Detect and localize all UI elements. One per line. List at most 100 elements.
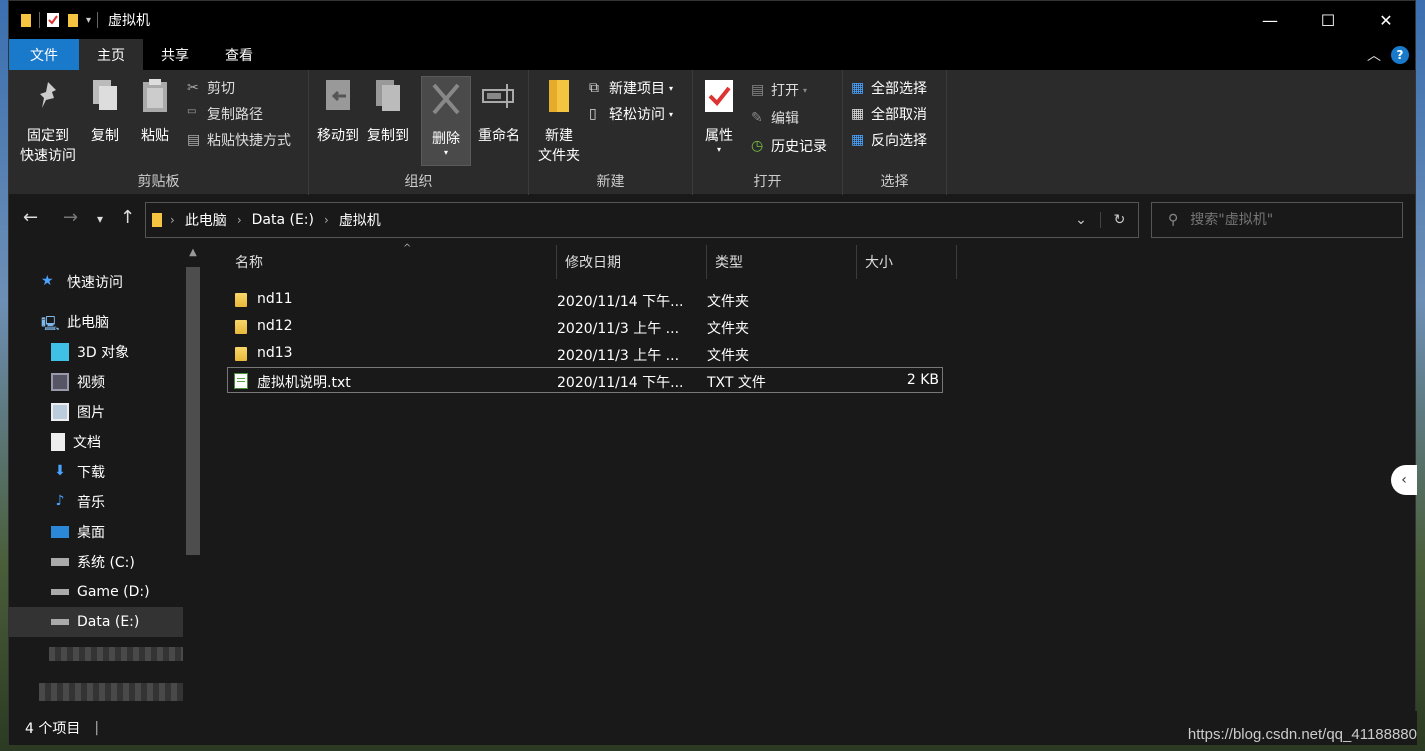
- invert-selection-button[interactable]: ▦ 反向选择: [851, 130, 927, 150]
- table-row[interactable]: nd13 2020/11/3 上午 ... 文件夹: [227, 341, 943, 367]
- paste-shortcut-label: 粘贴快捷方式: [207, 133, 291, 149]
- breadcrumb-current-folder[interactable]: 虚拟机: [339, 210, 381, 230]
- file-name: nd13: [257, 345, 293, 361]
- column-header-size[interactable]: 大小: [857, 245, 957, 279]
- sidebar-item-videos[interactable]: 视频: [9, 367, 183, 397]
- rename-button[interactable]: 重命名: [475, 76, 523, 146]
- search-box[interactable]: ⚲: [1151, 202, 1403, 238]
- ribbon-tabs: 文件 主页 共享 查看 ︿ ?: [9, 39, 1415, 70]
- sidebar-item-drive-e[interactable]: Data (E:): [9, 607, 183, 637]
- properties-button[interactable]: 属性 ▾: [699, 76, 739, 154]
- folder-icon: [235, 320, 247, 338]
- properties-check-icon[interactable]: [46, 12, 60, 28]
- file-type: 文件夹: [707, 348, 749, 364]
- column-header-type[interactable]: 类型: [707, 245, 857, 279]
- copy-path-button[interactable]: ▭ 复制路径: [187, 104, 263, 124]
- file-type: 文件夹: [707, 321, 749, 337]
- maximize-button[interactable]: ☐: [1299, 1, 1357, 39]
- easy-access-icon: ▯: [589, 106, 597, 122]
- breadcrumb-this-pc[interactable]: 此电脑: [185, 210, 227, 230]
- sidebar-item-label: 文档: [73, 435, 101, 451]
- recent-locations-chevron-icon[interactable]: ▾: [97, 212, 103, 226]
- copy-button[interactable]: 复制: [87, 76, 123, 146]
- edit-button[interactable]: ✎ 编辑: [751, 108, 799, 128]
- delete-button[interactable]: 删除 ▾: [421, 76, 471, 166]
- tab-file[interactable]: 文件: [9, 39, 79, 70]
- select-all-button[interactable]: ▦ 全部选择: [851, 78, 927, 98]
- up-arrow-icon[interactable]: ↑: [120, 207, 135, 228]
- tab-home[interactable]: 主页: [79, 39, 143, 70]
- navigation-pane: ★ 快速访问 🖳 此电脑 3D 对象 视频 图片 文档 ⬇ 下载 ♪ 音乐 桌面…: [9, 245, 183, 711]
- close-button[interactable]: ✕: [1357, 1, 1415, 39]
- sidebar-item-quick-access[interactable]: ★ 快速访问: [9, 267, 183, 297]
- file-name: 虚拟机说明.txt: [257, 375, 351, 391]
- clipboard-group: 固定到 快速访问 复制 粘贴 ✂ 剪切 ▭ 复制路径 ▤ 粘贴快捷方式 剪贴板: [9, 70, 309, 195]
- help-icon[interactable]: ?: [1391, 45, 1409, 64]
- sidebar-item-label: Data (E:): [77, 614, 140, 630]
- properties-dropdown-icon[interactable]: ▾: [699, 146, 739, 154]
- select-all-icon: ▦: [851, 80, 865, 96]
- chevron-left-icon[interactable]: ‹: [1391, 465, 1417, 495]
- file-modified: 2020/11/14 下午...: [557, 294, 684, 310]
- paste-label: 粘贴: [141, 128, 169, 144]
- table-row[interactable]: nd12 2020/11/3 上午 ... 文件夹: [227, 314, 943, 340]
- divider: |: [94, 720, 100, 736]
- new-item-button[interactable]: ⧉ 新建项目 ▾: [589, 78, 673, 98]
- invert-selection-icon: ▦: [851, 132, 865, 148]
- search-input[interactable]: [1190, 212, 1381, 228]
- open-icon: ▤: [751, 82, 765, 98]
- cut-button[interactable]: ✂ 剪切: [187, 78, 235, 98]
- address-bar[interactable]: › 此电脑 › Data (E:) › 虚拟机 ⌄ ↻: [145, 202, 1139, 238]
- breadcrumb: › 此电脑 › Data (E:) › 虚拟机: [170, 210, 381, 230]
- forward-arrow-icon[interactable]: →: [63, 207, 78, 228]
- watermark-url: https://blog.csdn.net/qq_41188880: [1187, 726, 1417, 743]
- tab-view[interactable]: 查看: [207, 39, 271, 70]
- breadcrumb-data-drive[interactable]: Data (E:): [252, 212, 314, 228]
- scroll-up-arrow-icon[interactable]: ▲: [185, 247, 201, 258]
- sidebar-item-documents[interactable]: 文档: [9, 427, 183, 457]
- delete-dropdown-icon[interactable]: ▾: [422, 149, 470, 157]
- download-icon: ⬇: [54, 463, 66, 479]
- sidebar-item-label: 此电脑: [67, 315, 109, 331]
- open-button[interactable]: ▤ 打开 ▾: [751, 80, 807, 100]
- column-header-modified[interactable]: 修改日期: [557, 245, 707, 279]
- new-folder-icon[interactable]: [66, 12, 80, 28]
- sidebar-item-downloads[interactable]: ⬇ 下载: [9, 457, 183, 487]
- address-dropdown-chevron-icon[interactable]: ⌄: [1062, 212, 1100, 228]
- sidebar-scrollbar[interactable]: ▲: [185, 247, 201, 711]
- divider: [39, 12, 40, 28]
- back-arrow-icon[interactable]: ←: [23, 207, 38, 228]
- sidebar-item-drive-c[interactable]: 系统 (C:): [9, 547, 183, 577]
- sidebar-item-desktop[interactable]: 桌面: [9, 517, 183, 547]
- properties-icon: [705, 80, 733, 112]
- customize-toolbar-arrow-icon[interactable]: ▾: [86, 15, 91, 26]
- pin-to-quick-access-button[interactable]: 固定到 快速访问: [17, 76, 79, 166]
- column-header-label: 修改日期: [565, 255, 621, 271]
- sidebar-item-label: 桌面: [77, 525, 105, 541]
- move-to-button[interactable]: 移动到: [315, 76, 361, 146]
- tab-share[interactable]: 共享: [143, 39, 207, 70]
- sidebar-item-drive-d[interactable]: Game (D:): [9, 577, 183, 607]
- column-header-name[interactable]: 名称 ^: [227, 243, 557, 279]
- history-button[interactable]: ◷ 历史记录: [751, 136, 827, 156]
- chevron-right-icon: ›: [170, 213, 175, 227]
- sidebar-item-this-pc[interactable]: 🖳 此电脑: [9, 307, 183, 337]
- new-folder-button[interactable]: 新建 文件夹: [535, 76, 583, 166]
- sidebar-item-music[interactable]: ♪ 音乐: [9, 487, 183, 517]
- refresh-icon[interactable]: ↻: [1100, 212, 1138, 228]
- drive-icon: [51, 619, 69, 625]
- folder-icon: [152, 213, 162, 227]
- select-none-button[interactable]: ▦ 全部取消: [851, 104, 927, 124]
- scrollbar-thumb[interactable]: [186, 267, 200, 555]
- paste-button[interactable]: 粘贴: [137, 76, 173, 146]
- easy-access-button[interactable]: ▯ 轻松访问 ▾: [589, 104, 673, 124]
- copy-to-button[interactable]: 复制到: [365, 76, 411, 146]
- minimize-button[interactable]: —: [1241, 1, 1299, 39]
- paste-shortcut-button[interactable]: ▤ 粘贴快捷方式: [187, 130, 291, 150]
- sidebar-item-3d-objects[interactable]: 3D 对象: [9, 337, 183, 367]
- sidebar-item-pictures[interactable]: 图片: [9, 397, 183, 427]
- collapse-ribbon-icon[interactable]: ︿: [1367, 45, 1381, 65]
- table-row[interactable]: nd11 2020/11/14 下午... 文件夹: [227, 287, 943, 313]
- file-modified: 2020/11/3 上午 ...: [557, 321, 680, 337]
- table-row[interactable]: 虚拟机说明.txt 2020/11/14 下午... TXT 文件 2 KB: [227, 367, 943, 393]
